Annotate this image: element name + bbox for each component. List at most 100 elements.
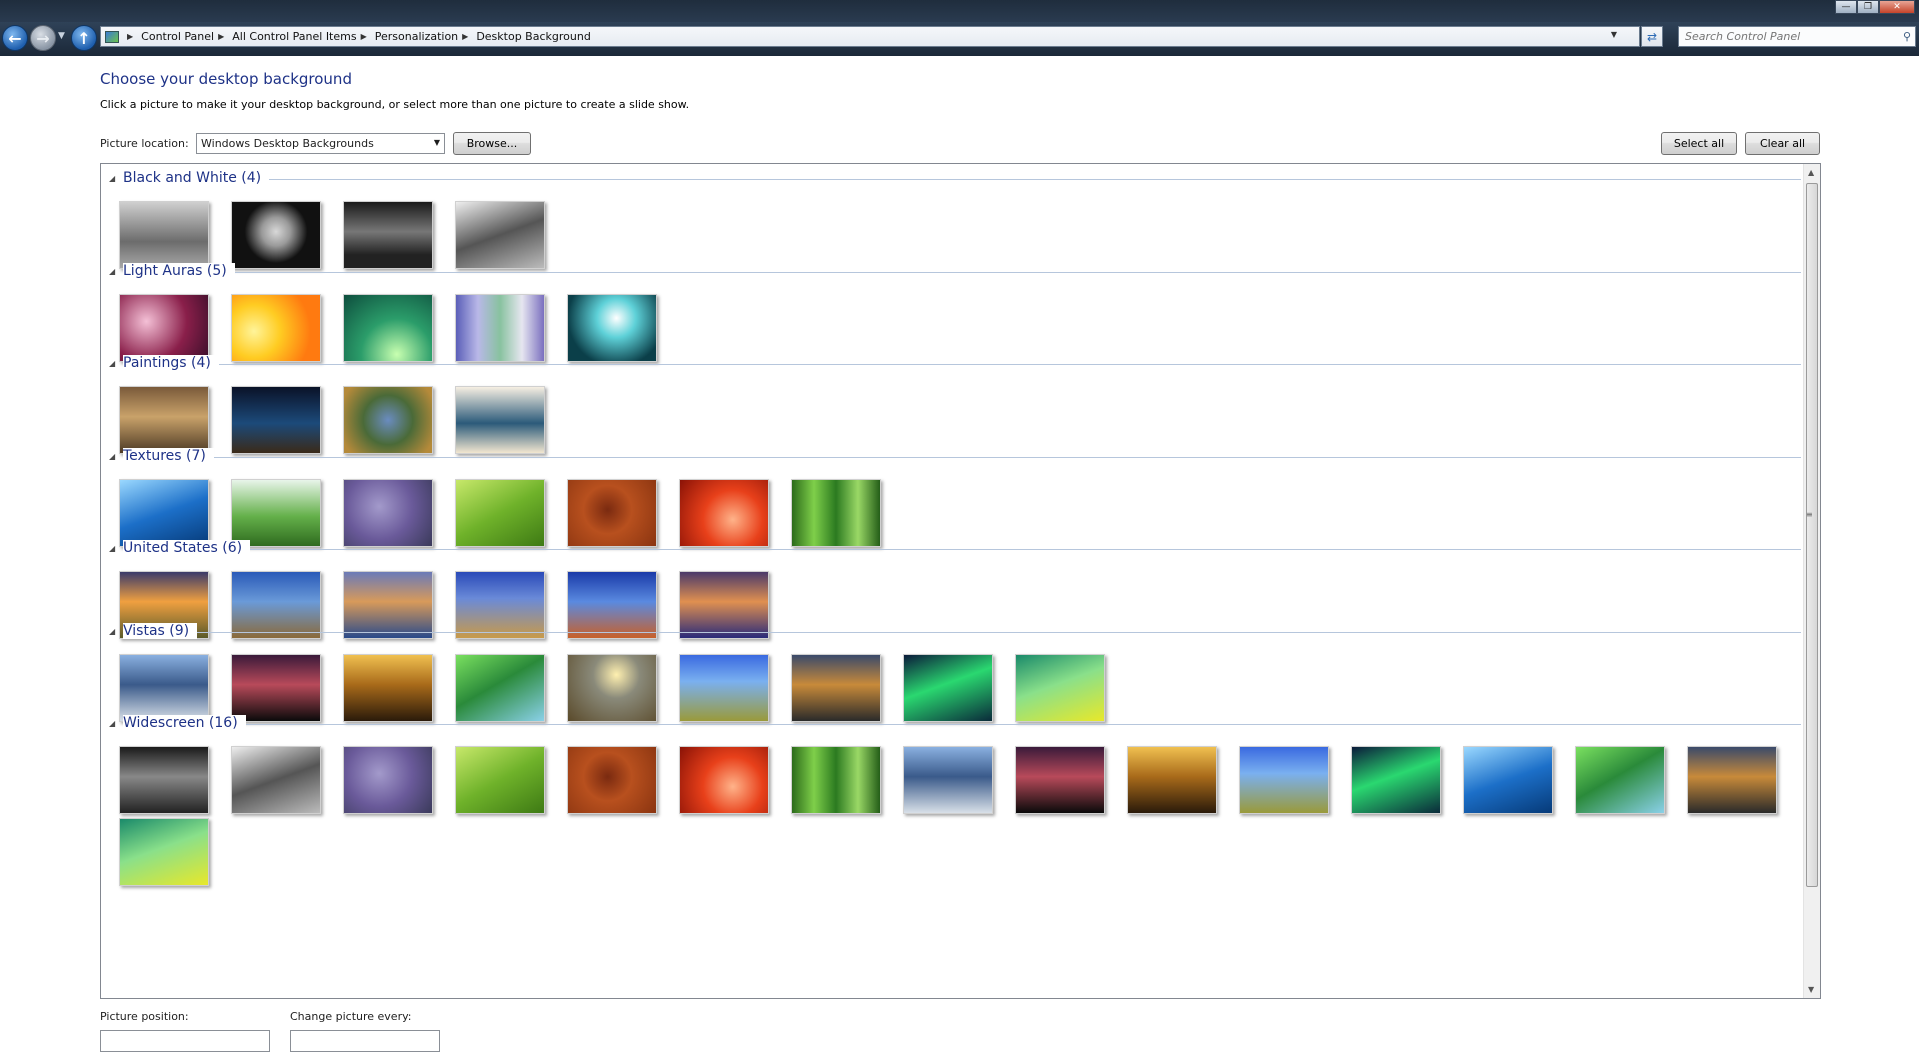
group-title[interactable]: Textures (7)	[123, 448, 214, 464]
wallpaper-thumbnail[interactable]	[455, 386, 545, 454]
wallpaper-thumbnail[interactable]	[1015, 746, 1105, 814]
chevron-right-icon[interactable]: ▶	[218, 32, 224, 41]
group-header[interactable]: ◢ Black and White (4)	[101, 169, 1801, 189]
wallpaper-thumbnail[interactable]	[567, 746, 657, 814]
address-dropdown-icon[interactable]: ▼	[1611, 30, 1617, 39]
group-header[interactable]: ◢ Textures (7)	[101, 447, 1801, 467]
scroll-thumb[interactable]	[1806, 183, 1818, 887]
wallpaper-thumbnail[interactable]	[343, 654, 433, 722]
wallpaper-thumbnail[interactable]	[455, 201, 545, 269]
scroll-up-icon[interactable]: ▲	[1808, 168, 1814, 177]
address-bar[interactable]: ▶ Control Panel ▶ All Control Panel Items…	[100, 26, 1640, 47]
restore-button[interactable]: ❐	[1857, 0, 1879, 14]
up-button[interactable]: ↑	[71, 25, 97, 51]
picture-location-select[interactable]: Windows Desktop Backgrounds ▼	[196, 133, 445, 154]
collapse-triangle-icon[interactable]: ◢	[109, 452, 115, 461]
select-all-button[interactable]: Select all	[1661, 132, 1737, 155]
wallpaper-thumbnail[interactable]	[1575, 746, 1665, 814]
wallpaper-thumbnail[interactable]	[679, 746, 769, 814]
group-title[interactable]: Black and White (4)	[123, 170, 270, 186]
wallpaper-thumbnail[interactable]	[455, 654, 545, 722]
refresh-button[interactable]: ⇄	[1641, 26, 1663, 47]
search-icon[interactable]: ⚲	[1903, 30, 1911, 43]
group-header[interactable]: ◢ Paintings (4)	[101, 354, 1801, 374]
picture-position-select[interactable]	[100, 1030, 270, 1052]
wallpaper-thumbnail[interactable]	[343, 746, 433, 814]
collapse-triangle-icon[interactable]: ◢	[109, 627, 115, 636]
close-button[interactable]: ✕	[1879, 0, 1915, 14]
wallpaper-thumbnail[interactable]	[231, 294, 321, 362]
minimize-button[interactable]: —	[1835, 0, 1857, 14]
breadcrumb-personalization[interactable]: Personalization ▶	[375, 30, 477, 43]
group-title[interactable]: United States (6)	[123, 540, 251, 556]
wallpaper-thumbnail[interactable]	[791, 746, 881, 814]
group-title[interactable]: Paintings (4)	[123, 355, 219, 371]
scroll-down-icon[interactable]: ▼	[1808, 985, 1814, 994]
wallpaper-thumbnail[interactable]	[119, 294, 209, 362]
forward-button[interactable]: →	[30, 25, 56, 51]
wallpaper-thumbnail[interactable]	[791, 654, 881, 722]
wallpaper-thumbnail[interactable]	[679, 479, 769, 547]
collapse-triangle-icon[interactable]: ◢	[109, 719, 115, 728]
browse-button[interactable]: Browse...	[453, 132, 531, 155]
wallpaper-thumbnail[interactable]	[567, 654, 657, 722]
wallpaper-thumbnail[interactable]	[231, 746, 321, 814]
group-header[interactable]: ◢ Widescreen (16)	[101, 714, 1801, 734]
back-button[interactable]: ←	[2, 25, 28, 51]
wallpaper-thumbnail[interactable]	[343, 386, 433, 454]
search-input[interactable]	[1685, 30, 1885, 43]
vertical-scrollbar[interactable]: ▲ ≡ ▼	[1803, 164, 1820, 998]
collapse-triangle-icon[interactable]: ◢	[109, 359, 115, 368]
wallpaper-thumbnail[interactable]	[455, 479, 545, 547]
forward-icon: →	[36, 28, 50, 48]
change-picture-select[interactable]	[290, 1030, 440, 1052]
breadcrumb-separator[interactable]: ▶	[123, 32, 141, 41]
wallpaper-thumbnail[interactable]	[903, 746, 993, 814]
wallpaper-thumbnail[interactable]	[119, 386, 209, 454]
wallpaper-thumbnail[interactable]	[119, 654, 209, 722]
wallpaper-thumbnail[interactable]	[1463, 746, 1553, 814]
group-title[interactable]: Light Auras (5)	[123, 263, 235, 279]
recent-pages-dropdown[interactable]: ▼	[58, 31, 65, 41]
wallpaper-thumbnail[interactable]	[1351, 746, 1441, 814]
collapse-triangle-icon[interactable]: ◢	[109, 174, 115, 183]
wallpaper-thumbnail[interactable]	[231, 386, 321, 454]
wallpaper-thumbnail[interactable]	[119, 746, 209, 814]
chevron-right-icon[interactable]: ▶	[462, 32, 468, 41]
breadcrumb-desktop-background[interactable]: Desktop Background	[476, 30, 591, 43]
wallpaper-thumbnail[interactable]	[343, 201, 433, 269]
group-header[interactable]: ◢ Light Auras (5)	[101, 262, 1801, 282]
wallpaper-thumbnail[interactable]	[343, 294, 433, 362]
wallpaper-thumbnail[interactable]	[119, 818, 209, 886]
collapse-triangle-icon[interactable]: ◢	[109, 267, 115, 276]
wallpaper-thumbnail[interactable]	[1687, 746, 1777, 814]
wallpaper-thumbnail[interactable]	[231, 654, 321, 722]
group-title[interactable]: Vistas (9)	[123, 623, 198, 639]
breadcrumb-all-items[interactable]: All Control Panel Items ▶	[232, 30, 375, 43]
wallpaper-thumbnail[interactable]	[119, 201, 209, 269]
wallpaper-thumbnail[interactable]	[1015, 654, 1105, 722]
picture-list[interactable]: ◢ Black and White (4) ◢ Light Auras (5) ◢ Pai…	[100, 163, 1821, 999]
wallpaper-thumbnail[interactable]	[231, 201, 321, 269]
wallpaper-thumbnail[interactable]	[791, 479, 881, 547]
wallpaper-thumbnail[interactable]	[1239, 746, 1329, 814]
group-header[interactable]: ◢ Vistas (9)	[101, 622, 1801, 642]
wallpaper-thumbnail[interactable]	[679, 654, 769, 722]
group-title[interactable]: Widescreen (16)	[123, 715, 246, 731]
wallpaper-thumbnail[interactable]	[567, 479, 657, 547]
collapse-triangle-icon[interactable]: ◢	[109, 544, 115, 553]
wallpaper-thumbnail[interactable]	[567, 294, 657, 362]
chevron-right-icon[interactable]: ▶	[361, 32, 367, 41]
breadcrumb-control-panel[interactable]: Control Panel ▶	[141, 30, 232, 43]
wallpaper-thumbnail[interactable]	[231, 479, 321, 547]
wallpaper-thumbnail[interactable]	[455, 294, 545, 362]
wallpaper-thumbnail[interactable]	[343, 479, 433, 547]
group-header[interactable]: ◢ United States (6)	[101, 539, 1801, 559]
wallpaper-thumbnail[interactable]	[903, 654, 993, 722]
page-title: Choose your desktop background	[100, 70, 352, 88]
wallpaper-thumbnail[interactable]	[1127, 746, 1217, 814]
wallpaper-thumbnail[interactable]	[455, 746, 545, 814]
clear-all-button[interactable]: Clear all	[1745, 132, 1820, 155]
search-box[interactable]: ⚲	[1678, 26, 1916, 47]
wallpaper-thumbnail[interactable]	[119, 479, 209, 547]
